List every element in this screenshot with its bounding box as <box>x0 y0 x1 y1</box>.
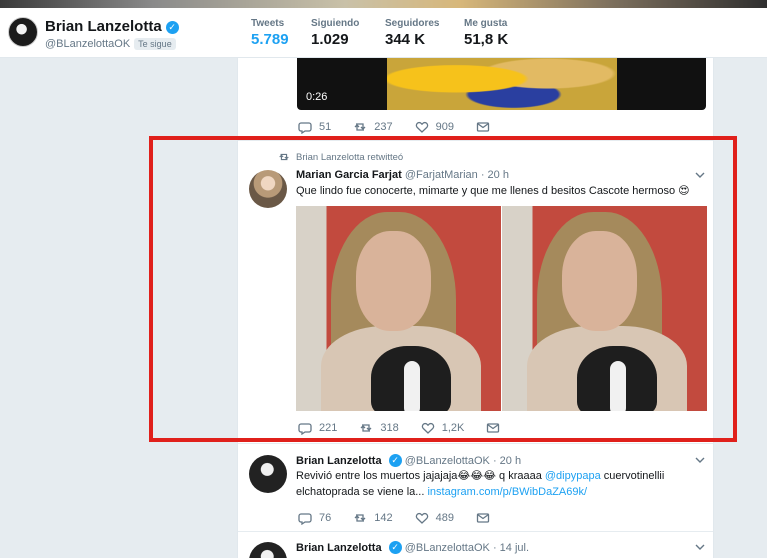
tweet-author-handle[interactable]: @BLanzelottaOK <box>405 455 490 467</box>
reply-icon <box>298 513 312 525</box>
like-button[interactable]: 489 <box>415 511 454 525</box>
message-icon <box>476 122 490 132</box>
profile-handle: @BLanzelottaOK Te sigue <box>45 38 176 50</box>
profile-nav-bar: Brian Lanzelotta ✓ @BLanzelottaOK Te sigue… <box>0 8 767 64</box>
stat-value: 51,8 K <box>464 31 509 48</box>
tweet-timestamp[interactable]: · 14 jul. <box>493 542 529 554</box>
retweet-count: 142 <box>374 512 393 524</box>
video-duration: 0:26 <box>306 91 328 103</box>
stat-likes[interactable]: Me gusta 51,8 K <box>464 18 508 48</box>
stat-tweets[interactable]: Tweets 5.789 <box>251 18 289 48</box>
profile-banner <box>0 0 767 8</box>
video-tweet-actions: 51 237 909 <box>298 120 519 134</box>
tweet2-actions: 76 142 489 <box>298 511 519 525</box>
verified-icon: ✓ <box>165 21 179 34</box>
retweet-button[interactable]: 237 <box>353 120 393 134</box>
chevron-down-icon[interactable] <box>694 541 706 553</box>
profile-handle-text: @BLanzelottaOK <box>45 38 131 50</box>
stat-value: 5.789 <box>251 31 289 48</box>
stat-followers[interactable]: Seguidores 344 K <box>385 18 439 48</box>
reply-button[interactable]: 51 <box>298 120 331 134</box>
like-icon <box>415 512 428 524</box>
follows-you-badge: Te sigue <box>134 38 176 50</box>
stat-label: Tweets <box>251 18 285 29</box>
highlight-annotation-box <box>149 136 737 442</box>
tweet-text-segment: Revivió entre los muertos jajajaja😂😂😂 q … <box>296 470 545 482</box>
stat-value: 1.029 <box>311 31 349 48</box>
tweet-header: Brian Lanzelotta ✓ @BLanzelottaOK · 20 h <box>296 454 521 467</box>
tweet-mention-link[interactable]: @dipypapa <box>545 470 601 482</box>
message-icon <box>476 513 490 523</box>
retweet-button[interactable]: 142 <box>353 511 393 525</box>
stat-label: Siguiendo <box>311 18 360 29</box>
verified-icon: ✓ <box>388 454 402 467</box>
tweet-url-link[interactable]: instagram.com/p/BWibDaZA69k/ <box>427 486 587 498</box>
chevron-down-icon[interactable] <box>694 454 706 466</box>
tweet-author-avatar[interactable] <box>249 455 287 493</box>
like-count: 489 <box>435 512 454 524</box>
tweet-header: Brian Lanzelotta ✓ @BLanzelottaOK · 14 j… <box>296 541 529 554</box>
tweet-divider <box>238 443 713 444</box>
reply-icon <box>298 122 312 134</box>
like-icon <box>415 121 428 133</box>
stat-value: 344 K <box>385 31 426 48</box>
video-thumbnail <box>387 58 617 110</box>
stat-following[interactable]: Siguiendo 1.029 <box>311 18 359 48</box>
retweet-icon <box>354 514 366 522</box>
stat-label: Me gusta <box>464 18 508 29</box>
profile-name[interactable]: Brian Lanzelotta ✓ <box>45 18 179 35</box>
retweet-count: 237 <box>374 121 393 133</box>
reply-count: 76 <box>319 512 332 524</box>
video-player[interactable] <box>297 58 706 110</box>
tweet-author-name[interactable]: Brian Lanzelotta <box>296 455 382 467</box>
like-count: 909 <box>435 121 454 133</box>
tweet-divider <box>238 531 713 532</box>
stat-label: Seguidores <box>385 18 440 29</box>
reply-button[interactable]: 76 <box>298 511 331 525</box>
profile-avatar[interactable] <box>8 17 38 47</box>
profile-name-text: Brian Lanzelotta <box>45 18 162 35</box>
message-button[interactable] <box>476 511 497 525</box>
retweet-icon <box>354 123 366 131</box>
tweet-timestamp[interactable]: · 20 h <box>493 455 521 467</box>
tweet-author-name[interactable]: Brian Lanzelotta <box>296 542 382 554</box>
message-button[interactable] <box>476 120 497 134</box>
like-button[interactable]: 909 <box>415 120 454 134</box>
verified-icon: ✓ <box>388 541 402 554</box>
tweet-text: Revivió entre los muertos jajajaja😂😂😂 q … <box>296 468 711 500</box>
reply-count: 51 <box>319 121 332 133</box>
tweet-author-handle[interactable]: @BLanzelottaOK <box>405 542 490 554</box>
